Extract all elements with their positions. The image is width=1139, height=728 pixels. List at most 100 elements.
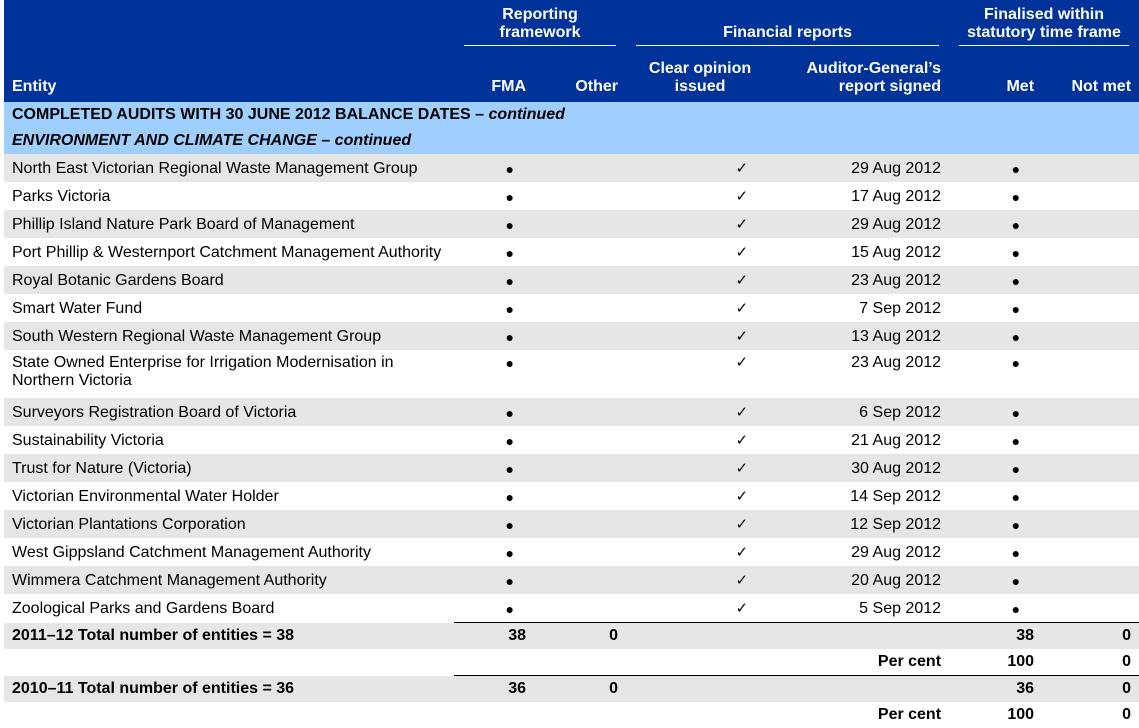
report-signed-date: 29 Aug 2012 xyxy=(774,210,950,238)
other-cell xyxy=(534,154,627,182)
clear-opinion-tick-icon: ✓ xyxy=(735,600,749,617)
table-row: Phillip Island Nature Park Board of Mana… xyxy=(4,210,1139,238)
other-cell xyxy=(534,398,627,426)
section-completed-label: COMPLETED AUDITS WITH 30 JUNE 2012 BALAN… xyxy=(12,106,489,123)
header-not-met: Not met xyxy=(1042,50,1139,102)
clear-opinion-tick-icon: ✓ xyxy=(735,300,749,317)
not-met-cell xyxy=(1042,510,1139,538)
fma-bullet-icon: ● xyxy=(505,545,514,561)
met-bullet-icon: ● xyxy=(1011,433,1021,449)
table-row: Sustainability Victoria ● ✓ 21 Aug 2012 ● xyxy=(4,426,1139,454)
clear-opinion-tick-icon: ✓ xyxy=(735,432,749,449)
fma-bullet-icon: ● xyxy=(505,601,514,617)
header-finalised: Finalised within statutory time frame xyxy=(949,0,1139,50)
fma-bullet-icon: ● xyxy=(454,398,534,426)
entity-name: Smart Water Fund xyxy=(12,300,143,317)
total-other: 0 xyxy=(534,622,627,649)
clear-opinion-tick-icon: ✓ xyxy=(626,210,775,238)
other-cell xyxy=(534,182,626,210)
fma-bullet-icon: ● xyxy=(454,566,534,594)
percent-row-2012: Per cent 100 0 xyxy=(4,649,1139,676)
table-row: State Owned Enterprise for Irrigation Mo… xyxy=(4,350,1139,398)
table-row: Zoological Parks and Gardens Board ● ✓ 5 Se… xyxy=(4,594,1139,623)
met-bullet-icon: ● xyxy=(949,210,1043,238)
entity-name: Sustainability Victoria xyxy=(12,432,164,449)
report-signed-date: 6 Sep 2012 xyxy=(774,398,950,426)
other-cell xyxy=(534,454,627,482)
met-bullet-icon: ● xyxy=(949,322,1043,350)
clear-opinion-tick-icon: ✓ xyxy=(626,510,775,538)
other-cell xyxy=(534,566,627,594)
fma-bullet-icon: ● xyxy=(454,454,534,482)
clear-opinion-tick-icon: ✓ xyxy=(735,488,749,505)
report-signed-date: 29 Aug 2012 xyxy=(851,544,942,561)
table-row: West Gippsland Catchment Management Auth… xyxy=(4,538,1139,566)
not-met-cell xyxy=(1042,238,1139,266)
fma-bullet-icon: ● xyxy=(454,210,534,238)
audit-table: Reporting framework Financial reports Fi… xyxy=(4,0,1139,728)
report-signed-date: 23 Aug 2012 xyxy=(851,354,942,371)
met-bullet-icon: ● xyxy=(949,566,1043,594)
total-met: 38 xyxy=(949,622,1043,649)
not-met-cell xyxy=(1042,294,1139,322)
not-met-cell xyxy=(1042,322,1139,350)
fma-bullet-icon: ● xyxy=(505,433,514,449)
clear-opinion-tick-icon: ✓ xyxy=(626,398,775,426)
report-signed-date: 29 Aug 2012 xyxy=(774,154,950,182)
table-row: Royal Botanic Gardens Board ● ✓ 23 Aug 2012… xyxy=(4,266,1139,294)
clear-opinion-tick-icon: ✓ xyxy=(735,354,749,371)
header-met: Met xyxy=(949,50,1043,102)
report-signed-date: 23 Aug 2012 xyxy=(774,266,950,294)
not-met-cell xyxy=(1042,266,1139,294)
fma-bullet-icon: ● xyxy=(505,301,514,317)
other-cell xyxy=(534,350,626,398)
total-label: 2011–12 Total number of entities = 38 xyxy=(4,622,454,649)
table-row: Smart Water Fund ● ✓ 7 Sep 2012 ● xyxy=(4,294,1139,322)
other-cell xyxy=(534,538,626,566)
entity-name: West Gippsland Catchment Management Auth… xyxy=(12,544,371,561)
not-met-cell xyxy=(1042,482,1139,510)
entity-name: Port Phillip & Westernport Catchment Man… xyxy=(12,244,442,261)
fma-bullet-icon: ● xyxy=(505,245,514,261)
not-met-cell xyxy=(1042,594,1139,623)
met-bullet-icon: ● xyxy=(1011,545,1021,561)
total-fma: 38 xyxy=(454,622,534,649)
percent-met: 100 xyxy=(949,649,1043,676)
report-signed-date: 15 Aug 2012 xyxy=(851,244,942,261)
total-not-met: 0 xyxy=(1042,675,1139,702)
fma-bullet-icon: ● xyxy=(454,154,534,182)
report-signed-date: 17 Aug 2012 xyxy=(851,188,942,205)
met-bullet-icon: ● xyxy=(1011,355,1021,371)
section-completed-suffix: continued xyxy=(488,106,565,123)
report-signed-date: 30 Aug 2012 xyxy=(774,454,950,482)
entity-name: South Western Regional Waste Management … xyxy=(4,322,454,350)
total-met: 36 xyxy=(949,675,1043,702)
percent-row-2011: Per cent 100 0 xyxy=(4,702,1139,728)
not-met-cell xyxy=(1042,426,1139,454)
met-bullet-icon: ● xyxy=(1011,245,1021,261)
other-cell xyxy=(534,266,627,294)
entity-name: Victorian Plantations Corporation xyxy=(4,510,454,538)
table-row: Surveyors Registration Board of Victoria… xyxy=(4,398,1139,426)
clear-opinion-tick-icon: ✓ xyxy=(626,266,775,294)
met-bullet-icon: ● xyxy=(949,154,1043,182)
table-row: South Western Regional Waste Management … xyxy=(4,322,1139,350)
not-met-cell xyxy=(1042,566,1139,594)
header-financial-reports: Financial reports xyxy=(626,0,950,50)
header-clear-opinion: Clear opinion issued xyxy=(626,50,775,102)
total-other: 0 xyxy=(534,675,627,702)
not-met-cell xyxy=(1042,398,1139,426)
header-fma: FMA xyxy=(454,50,534,102)
table-row: Victorian Plantations Corporation ● ✓ 12 Se… xyxy=(4,510,1139,538)
met-bullet-icon: ● xyxy=(1011,301,1021,317)
report-signed-date: 12 Sep 2012 xyxy=(774,510,950,538)
total-label: 2010–11 Total number of entities = 36 xyxy=(4,675,454,702)
header-blank xyxy=(4,0,454,50)
table-row: Port Phillip & Westernport Catchment Man… xyxy=(4,238,1139,266)
percent-label: Per cent xyxy=(877,706,942,723)
report-signed-date: 14 Sep 2012 xyxy=(850,488,942,505)
met-bullet-icon: ● xyxy=(949,398,1043,426)
entity-name: Royal Botanic Gardens Board xyxy=(4,266,454,294)
not-met-cell xyxy=(1042,538,1139,566)
fma-bullet-icon: ● xyxy=(454,266,534,294)
